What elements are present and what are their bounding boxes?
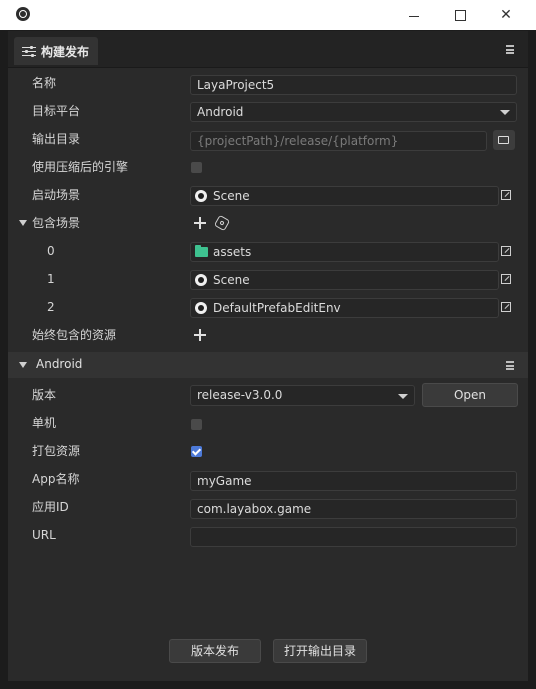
version-label: 版本 [32,388,57,402]
open-button[interactable]: Open [422,383,518,407]
add-resource-icon[interactable] [194,329,206,341]
open-output-dir-button[interactable]: 打开输出目录 [273,639,367,663]
android-section-title: Android [36,357,83,371]
pick-scene-icon[interactable] [499,244,515,260]
version-value: release-v3.0.0 [197,388,283,402]
output-dir-input[interactable]: {projectPath}/release/{platform} [190,131,487,151]
url-input[interactable] [190,527,517,547]
pack-resources-checkbox[interactable] [191,446,202,457]
scene-item-value: DefaultPrefabEditEnv [213,301,341,315]
platform-select[interactable]: Android [190,102,517,122]
start-scene-label: 启动场景 [32,188,81,202]
scene-item-value: assets [213,245,252,259]
scene-index: 0 [47,244,55,258]
start-scene-value: Scene [213,189,250,203]
name-label: 名称 [32,76,57,90]
tab-bar: 构建发布 [8,31,528,68]
chevron-down-icon [398,394,408,399]
android-section-header[interactable]: Android [8,352,528,378]
name-input[interactable]: LayaProject5 [190,75,517,95]
version-select[interactable]: release-v3.0.0 [190,385,415,406]
tab-build-publish[interactable]: 构建发布 [14,37,98,65]
section-menu-icon[interactable] [506,361,514,370]
scene-icon [195,302,207,314]
maximize-icon [454,9,466,21]
sliders-icon [22,45,36,57]
app-id-input[interactable]: com.layabox.game [190,499,517,519]
pick-scene-icon[interactable] [499,272,515,288]
app-id-label: 应用ID [32,500,69,514]
include-scenes-label: 包含场景 [32,216,81,230]
panel-menu-icon[interactable] [506,45,514,54]
compressed-engine-checkbox[interactable] [191,162,202,173]
android-caret-icon [19,362,27,368]
add-scene-icon[interactable] [194,217,206,229]
platform-value: Android [197,105,244,119]
app-name-input[interactable]: myGame [190,471,517,491]
scene-item-field[interactable]: Scene [190,270,499,290]
pick-start-scene-icon[interactable] [499,188,515,204]
scene-index: 1 [47,272,55,286]
output-dir-label: 输出目录 [32,132,81,146]
title-bar: ✕ [0,0,536,30]
scene-item-value: Scene [213,273,250,287]
close-icon: ✕ [500,7,512,23]
scene-icon [195,190,207,202]
include-scenes-caret-icon[interactable] [19,220,27,226]
pack-resources-label: 打包资源 [32,444,81,458]
build-panel: 构建发布 名称 LayaProject5 目标平台 Android 输出目录 {… [8,31,528,681]
standalone-checkbox[interactable] [191,419,202,430]
compressed-engine-label: 使用压缩后的引擎 [32,160,129,174]
always-include-label: 始终包含的资源 [32,328,117,342]
app-name-label: App名称 [32,472,80,486]
url-label: URL [32,528,56,542]
publish-button[interactable]: 版本发布 [169,639,261,663]
start-scene-field[interactable]: Scene [190,186,499,206]
close-button[interactable]: ✕ [483,0,529,30]
scene-item-field[interactable]: DefaultPrefabEditEnv [190,298,499,318]
standalone-label: 单机 [32,416,57,430]
pick-scene-icon[interactable] [499,300,515,316]
browse-folder-button[interactable] [493,130,515,150]
electron-icon [16,7,30,21]
scene-index: 2 [47,300,55,314]
platform-label: 目标平台 [32,104,81,118]
tab-label: 构建发布 [41,44,90,59]
chevron-down-icon [500,110,510,115]
maximize-button[interactable] [437,0,483,30]
settings-hex-icon[interactable] [213,214,231,232]
scene-icon [195,274,207,286]
minimize-button[interactable] [391,0,437,30]
scene-item-field[interactable]: assets [190,242,499,262]
minimize-icon [409,15,419,17]
assets-folder-icon [195,245,208,257]
